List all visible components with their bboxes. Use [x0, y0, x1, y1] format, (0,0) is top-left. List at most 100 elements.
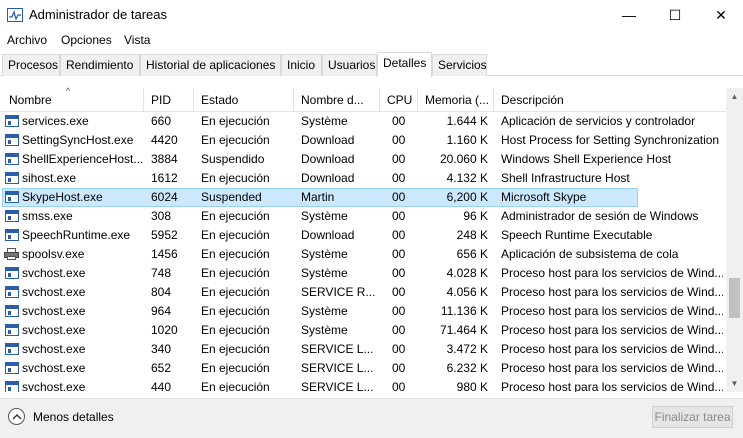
cell-name: SettingSyncHost.exe — [22, 133, 134, 147]
table-row[interactable]: SpeechRuntime.exe 5952 En ejecución Downloa… — [0, 226, 726, 245]
table-row[interactable]: ShellExperienceHost.... 3884 Suspendido Dow… — [0, 150, 726, 169]
maximize-icon: ☐ — [668, 6, 682, 23]
cell-description: Proceso host para los servicios de Wind.… — [501, 304, 723, 318]
cell-name: services.exe — [22, 114, 89, 128]
cell-pid: 1456 — [151, 247, 178, 261]
cell-memory: 6,200 K — [446, 190, 488, 204]
cell-status: En ejecución — [201, 209, 270, 223]
cell-user: Système — [301, 209, 348, 223]
cell-name: SkypeHost.exe — [22, 190, 103, 204]
process-icon — [5, 134, 19, 146]
tab-detalles[interactable]: Detalles — [377, 52, 432, 77]
cell-description: Speech Runtime Executable — [501, 228, 653, 242]
cell-pid: 652 — [151, 361, 172, 375]
cell-memory: 248 K — [456, 228, 488, 242]
menu-archivo[interactable]: Archivo — [7, 33, 47, 47]
cell-memory: 4.056 K — [446, 285, 488, 299]
tab-usuarios[interactable]: Usuarios — [322, 54, 377, 76]
table-row[interactable]: sihost.exe 1612 En ejecución Download 00 4.13… — [0, 169, 726, 188]
tab-servicios[interactable]: Servicios — [432, 54, 487, 76]
cell-memory: 1.160 K — [446, 133, 488, 147]
cell-pid: 964 — [151, 304, 172, 318]
cell-name: svchost.exe — [22, 323, 86, 337]
cell-description: Proceso host para los servicios de Wind.… — [501, 342, 723, 356]
table-row[interactable]: svchost.exe 748 En ejecución Système 00 4.028… — [0, 264, 726, 283]
table-row[interactable]: services.exe 660 En ejecución Système 00 1.64… — [0, 112, 726, 131]
table-row[interactable]: svchost.exe 1020 En ejecución Système 00 71.4… — [0, 321, 726, 340]
tab-historial[interactable]: Historial de aplicaciones — [140, 54, 281, 76]
cell-name: spoolsv.exe — [22, 247, 85, 261]
table-row[interactable]: spoolsv.exe 1456 En ejecución Système 00 656 … — [0, 245, 726, 264]
column-header-pid[interactable]: PID — [144, 88, 194, 112]
cell-status: En ejecución — [201, 171, 270, 185]
cell-pid: 748 — [151, 266, 172, 280]
cell-pid: 5952 — [151, 228, 178, 242]
scroll-down-icon[interactable]: ▼ — [726, 375, 743, 392]
cell-status: En ejecución — [201, 323, 270, 337]
cell-user: Download — [301, 171, 355, 185]
cell-status: En ejecución — [201, 133, 270, 147]
vertical-scrollbar[interactable]: ▲ ▼ — [726, 88, 743, 392]
cell-memory: 96 K — [463, 209, 488, 223]
table-row[interactable]: SettingSyncHost.exe 4420 En ejecución Downl… — [0, 131, 726, 150]
table-row-selected[interactable]: SkypeHost.exe 6024 Suspended Martin 00 6,200 … — [0, 188, 726, 207]
cell-cpu: 00 — [392, 247, 406, 261]
cell-description: Aplicación de servicios y controlador — [501, 114, 696, 128]
tab-rendimiento[interactable]: Rendimiento — [60, 54, 140, 76]
cell-description: Windows Shell Experience Host — [501, 152, 672, 166]
footer-bar: Menos detalles Finalizar tarea — [0, 398, 743, 438]
menu-vista[interactable]: Vista — [124, 33, 150, 47]
table-row[interactable]: svchost.exe 964 En ejecución Système 00 11.13… — [0, 302, 726, 321]
cell-description: Proceso host para los servicios de Wind.… — [501, 266, 723, 280]
maximize-button[interactable]: ☐ — [652, 0, 698, 30]
table-row[interactable]: smss.exe 308 En ejecución Système 00 96 K Admi… — [0, 207, 726, 226]
printer-icon — [4, 248, 19, 260]
column-header-memoria[interactable]: Memoria (... — [418, 88, 494, 112]
scroll-thumb[interactable] — [729, 278, 740, 318]
scroll-up-icon[interactable]: ▲ — [726, 88, 743, 105]
cell-memory: 980 K — [456, 380, 488, 392]
cell-cpu: 00 — [392, 304, 406, 318]
tab-procesos[interactable]: Procesos — [2, 54, 60, 76]
cell-name: svchost.exe — [22, 304, 86, 318]
cell-name: svchost.exe — [22, 266, 86, 280]
cell-status: En ejecución — [201, 228, 270, 242]
cell-name: SpeechRuntime.exe — [22, 228, 131, 242]
table-row[interactable]: svchost.exe 440 En ejecución SERVICE L... 00… — [0, 378, 726, 392]
close-icon: ✕ — [715, 6, 727, 23]
table-row[interactable]: svchost.exe 652 En ejecución SERVICE L... 00… — [0, 359, 726, 378]
cell-cpu: 00 — [392, 152, 406, 166]
cell-user: SERVICE L... — [301, 342, 374, 356]
cell-name: ShellExperienceHost.... — [22, 152, 144, 166]
cell-status: En ejecución — [201, 285, 270, 299]
chevron-up-icon[interactable] — [8, 408, 25, 425]
menu-opciones[interactable]: Opciones — [61, 33, 112, 47]
table-row[interactable]: svchost.exe 340 En ejecución SERVICE L... 00… — [0, 340, 726, 359]
cell-memory: 4.028 K — [446, 266, 488, 280]
close-button[interactable]: ✕ — [698, 0, 743, 30]
process-icon — [5, 153, 19, 165]
column-header-usuario[interactable]: Nombre d... — [294, 88, 380, 112]
cell-pid: 804 — [151, 285, 172, 299]
cell-memory: 11.136 K — [440, 304, 488, 318]
column-header-estado[interactable]: Estado — [194, 88, 294, 112]
process-icon — [5, 324, 19, 336]
cell-status: En ejecución — [201, 266, 270, 280]
table-row[interactable]: svchost.exe 804 En ejecución SERVICE R... 00… — [0, 283, 726, 302]
column-header-cpu[interactable]: CPU — [380, 88, 418, 112]
column-header-nombre[interactable]: Nombre — [0, 88, 144, 112]
cell-status: En ejecución — [201, 114, 270, 128]
end-task-button[interactable]: Finalizar tarea — [652, 406, 733, 428]
tab-inicio[interactable]: Inicio — [281, 54, 322, 76]
cell-pid: 660 — [151, 114, 172, 128]
minimize-button[interactable]: — — [606, 0, 652, 30]
cell-pid: 340 — [151, 342, 172, 356]
minimize-icon: — — [622, 7, 636, 23]
cell-cpu: 00 — [392, 228, 406, 242]
process-icon — [5, 172, 19, 184]
column-header-descripcion[interactable]: Descripción — [494, 88, 726, 112]
less-details-link[interactable]: Menos detalles — [33, 410, 114, 424]
table-header: Nombre PID Estado Nombre d... CPU Memori… — [0, 88, 726, 112]
cell-status: Suspended — [201, 190, 262, 204]
cell-name: svchost.exe — [22, 361, 86, 375]
